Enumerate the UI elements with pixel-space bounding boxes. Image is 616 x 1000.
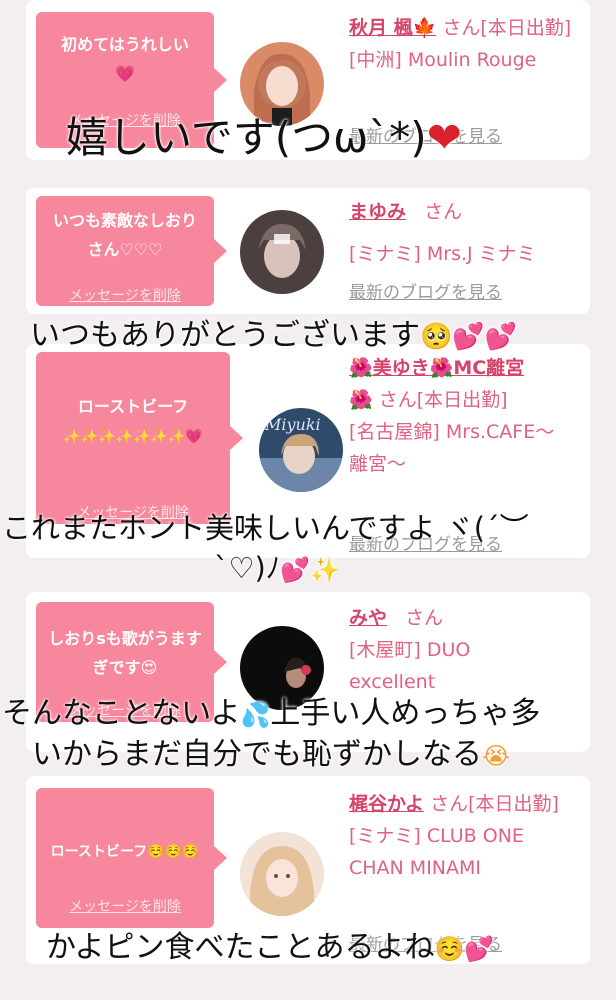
shop-name: [名古屋錦] Mrs.CAFE〜離宮〜 [349,421,555,475]
status-text: さん [405,607,444,629]
profile-name-link[interactable]: 秋月 楓🍁 [349,17,436,39]
crying-face-icon: 😭 [482,742,511,770]
profile-name-link[interactable]: まゆみ [349,201,406,223]
red-heart-icon: ❤ [426,113,462,162]
pleading-hearts-emoji-icon: 🥺💕💕 [420,322,518,352]
overlay-caption-4: そんなことないよ💦上手い人めっちゃ多 いからまだ自分でも恥ずかしなる😭 [2,696,541,772]
profile-info: 梶谷かよ さん[本日出勤] [ミナミ] CLUB ONE CHAN MINAMI [349,788,585,884]
shop-name: [ミナミ] Mrs.J ミナミ [349,243,536,265]
avatar[interactable] [240,210,324,294]
avatar[interactable] [240,832,324,916]
smiling-heart-emoji-icon: ☺️💕 [434,935,495,963]
delete-message-link[interactable]: メッセージを削除 [36,285,214,305]
profile-name-link[interactable]: みや [349,607,387,629]
message-card: いつも素敵なしおりさん♡♡♡ メッセージを削除 まゆみ さん [ミナミ] Mrs… [26,188,590,314]
overlay-caption-5: かよピン食べたことあるよね☺️💕 [46,930,495,965]
message-text: しおりsも歌がうますぎです😍 [48,629,202,677]
overlay-caption-3: これまたホント美味しいんですよ ヾ(´︶ `♡)ﾉ💕✨ [2,511,529,585]
message-text: 初めてはうれしい 💗 [61,35,189,83]
profile-info: 🌺美ゆき🌺MC離宮 🌺 さん[本日出勤] [名古屋錦] Mrs.CAFE〜離宮〜 [349,352,569,480]
overlay-caption-2: いつもありがとうございます🥺💕💕 [30,318,518,353]
message-text: ローストビーフ ✨✨✨✨✨✨✨💗 [63,397,203,445]
shop-name: [ミナミ] CLUB ONE CHAN MINAMI [349,825,524,879]
profile-info: みや さん [木屋町] DUO excellent [349,602,585,698]
status-text: さん [424,201,463,223]
profile-info: まゆみ さん [ミナミ] Mrs.J ミナミ [349,196,585,280]
message-text: いつも素敵なしおりさん♡♡♡ [52,211,197,259]
message-bubble: ローストビーフ ✨✨✨✨✨✨✨💗 メッセージを削除 [36,352,243,524]
avatar-signature: Miyuki [264,415,321,434]
profile-info: 秋月 楓🍁 さん[本日出勤] [中洲] Moulin Rouge [349,12,585,76]
shop-name: [木屋町] DUO excellent [349,639,471,693]
message-text: ローストビーフ☺️☺️☺️ [50,844,200,860]
latest-blog-link[interactable]: 最新のブログを見る [349,278,502,303]
message-bubble: いつも素敵なしおりさん♡♡♡ メッセージを削除 [36,196,227,306]
status-text: さん[本日出勤] [430,793,559,815]
profile-name-link[interactable]: 🌺美ゆき🌺MC離宮 [349,357,524,379]
status-text: さん[本日出勤] [442,17,572,39]
hearts-sparkle-emoji-icon: 💕✨ [280,556,341,584]
shop-name: [中洲] Moulin Rouge [349,49,537,71]
message-bubble: ローストビーフ☺️☺️☺️ メッセージを削除 [36,788,227,928]
status-text: 🌺 さん[本日出勤] [349,389,508,411]
sparkle-emoji-icon: ✨✨✨✨✨✨✨💗 [63,429,203,445]
avatar[interactable]: Miyuki [259,408,343,492]
sweat-drops-icon: 💦 [240,701,271,729]
heart-emoji-icon: 💗 [115,64,135,83]
delete-message-link[interactable]: メッセージを削除 [36,896,214,916]
overlay-caption-1: 嬉しいです(つω`*)❤ [66,113,462,162]
profile-name-link[interactable]: 梶谷かよ [349,793,424,815]
